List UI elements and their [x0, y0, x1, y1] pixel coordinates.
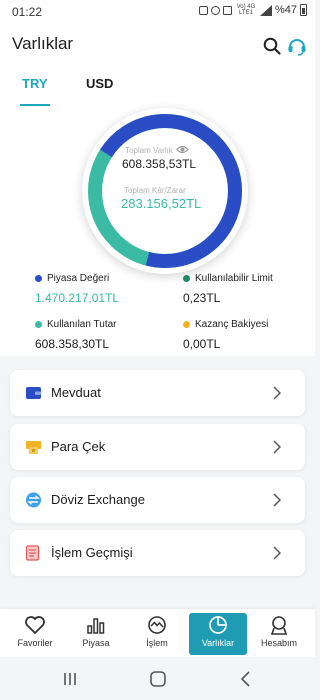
chevron-right-icon — [273, 386, 281, 400]
search-icon[interactable] — [262, 36, 282, 56]
status-icons: Vo) 4G LTE1 %47 — [198, 4, 307, 16]
pie-chart-icon — [209, 616, 227, 634]
legend-earnings-balance: Kazanç Bakiyesi 0,00TL — [183, 319, 268, 351]
legend-dot — [183, 275, 190, 282]
legend-market-value: Piyasa Değeri 1.470.217,01TL — [35, 273, 119, 305]
total-assets-value: 608.358,53TL — [122, 157, 197, 171]
tab-assets-label: Varlıklar — [201, 638, 235, 648]
wallet-icon — [26, 387, 41, 399]
notification-icon — [198, 5, 208, 15]
chevron-right-icon — [273, 546, 281, 560]
legend-dot — [183, 321, 190, 328]
chevron-right-icon — [273, 440, 281, 454]
total-pl-value: 283.156,52TL — [121, 196, 202, 211]
bar-chart-icon — [87, 618, 105, 634]
legend-label: Kullanılabilir Limit — [195, 273, 273, 284]
page-title: Varlıklar — [12, 34, 74, 53]
menu-history-label: İşlem Geçmişi — [51, 545, 133, 560]
system-nav-bar — [0, 658, 315, 700]
trade-icon — [148, 616, 166, 634]
signal-icon — [259, 4, 272, 16]
menu-exchange[interactable]: Döviz Exchange — [10, 477, 305, 523]
legend-dot — [35, 321, 42, 328]
battery-percent: %47 — [274, 4, 297, 16]
recent-apps-icon[interactable] — [60, 670, 80, 688]
status-bar: 01:22 Vo) 4G LTE1 %47 — [0, 0, 315, 24]
menu-withdraw[interactable]: Para Çek — [10, 424, 305, 470]
tab-usd[interactable]: USD — [86, 76, 113, 106]
eye-icon[interactable] — [176, 144, 189, 155]
tab-market[interactable]: Piyasa — [67, 613, 125, 655]
back-icon[interactable] — [236, 670, 256, 688]
legend-label: Kullanılan Tutar — [47, 319, 117, 330]
legend-available-limit: Kullanılabilir Limit 0,23TL — [183, 273, 273, 305]
legend-label: Kazanç Bakiyesi — [195, 319, 269, 330]
support-headset-icon[interactable] — [286, 35, 308, 57]
legend-value: 0,00TL — [183, 337, 221, 351]
heart-icon — [25, 616, 45, 635]
legend-used-amount: Kullanılan Tutar 608.358,30TL — [35, 319, 117, 351]
app-header: Varlıklar — [0, 24, 315, 70]
asset-summary: Toplam Varlık 608.358,53TL Toplam Kâr/Za… — [0, 106, 315, 356]
menu-history[interactable]: İşlem Geçmişi — [10, 530, 305, 576]
tab-favorites-label: Favoriler — [17, 638, 53, 648]
legend-label: Piyasa Değeri — [47, 273, 110, 284]
menu-deposit-label: Mevduat — [51, 385, 101, 400]
tab-market-label: Piyasa — [82, 638, 110, 648]
mute-icon — [222, 5, 232, 15]
currency-tabs: TRY USD — [0, 70, 315, 106]
tab-account-label: Hesabım — [260, 638, 297, 648]
home-icon[interactable] — [148, 670, 168, 688]
status-time: 01:22 — [12, 5, 43, 19]
menu-deposit[interactable]: Mevduat — [10, 370, 305, 416]
menu-withdraw-label: Para Çek — [51, 439, 106, 454]
battery-icon — [300, 4, 307, 16]
exchange-icon — [26, 492, 41, 508]
tab-trade[interactable]: İşlem — [128, 613, 186, 655]
bottom-tab-bar: Favoriler Piyasa İşlem Varlıklar Hesabım — [0, 609, 315, 657]
tab-account[interactable]: Hesabım — [250, 613, 308, 655]
menu-exchange-label: Döviz Exchange — [51, 492, 145, 507]
history-icon — [25, 545, 40, 561]
legend-dot — [35, 275, 42, 282]
withdraw-icon — [26, 441, 41, 454]
account-icon — [270, 616, 288, 635]
tab-trade-label: İşlem — [146, 638, 168, 648]
total-pl-label: Toplam Kâr/Zarar — [124, 186, 186, 195]
chevron-right-icon — [273, 493, 281, 507]
network-label: Vo) 4G LTE1 — [236, 4, 256, 16]
total-assets-label: Toplam Varlık — [125, 146, 173, 155]
tab-favorites[interactable]: Favoriler — [6, 613, 64, 655]
legend-value: 0,23TL — [183, 291, 221, 305]
legend-value: 608.358,30TL — [35, 337, 110, 351]
legend-value: 1.470.217,01TL — [35, 291, 120, 305]
tab-try[interactable]: TRY — [20, 76, 50, 106]
tab-assets[interactable]: Varlıklar — [189, 613, 247, 655]
alarm-icon — [210, 5, 220, 15]
